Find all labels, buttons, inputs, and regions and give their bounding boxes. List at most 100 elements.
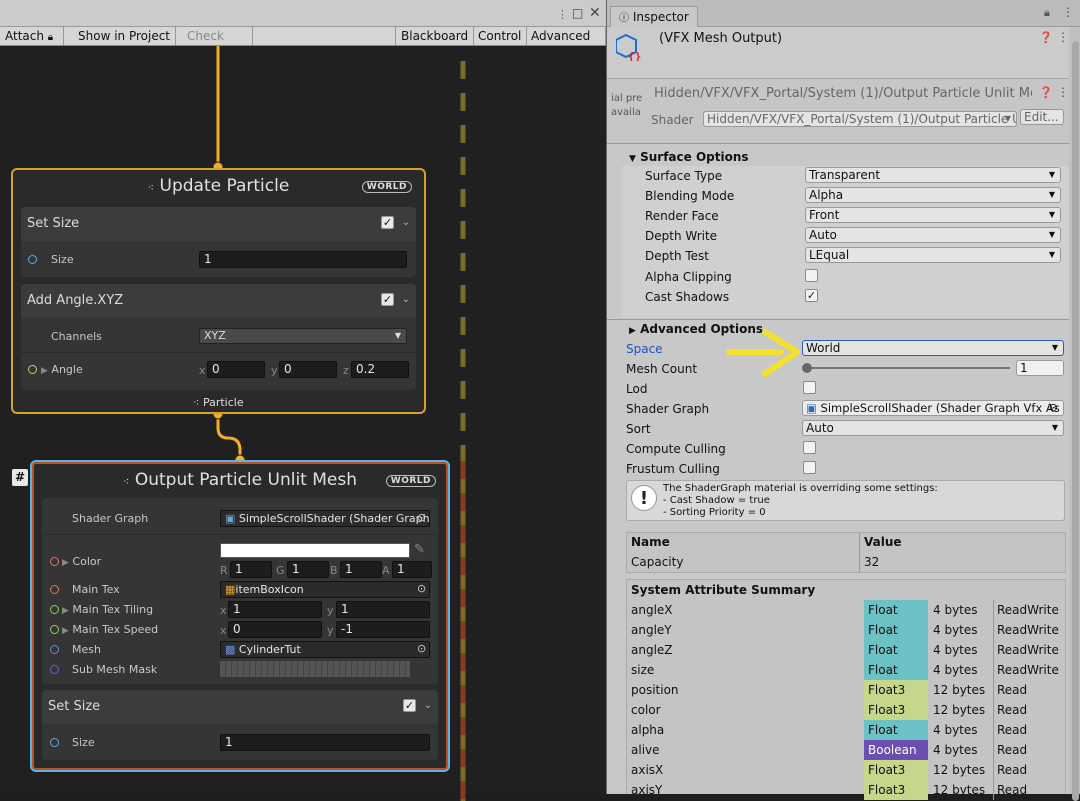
divider — [21, 352, 416, 353]
control-button[interactable]: Control — [473, 27, 528, 45]
tab-inspector[interactable]: ⓘ Inspector — [610, 6, 698, 27]
help-icon[interactable]: ❓ — [1039, 31, 1053, 44]
expand-arrow-icon[interactable]: ▶ — [41, 366, 48, 376]
space-badge[interactable]: WORLD — [385, 475, 436, 487]
chevron-down-icon[interactable]: ⌄ — [402, 294, 410, 305]
set-size-toggle[interactable]: ✓ — [403, 699, 416, 712]
space-badge[interactable]: WORLD — [361, 181, 412, 193]
angle-label-text: Angle — [51, 363, 83, 376]
tiling-y-field[interactable]: 1 — [336, 601, 430, 618]
color-swatch[interactable] — [220, 543, 410, 558]
more-icon[interactable]: ⋮ — [1057, 85, 1069, 99]
expand-arrow-icon[interactable]: ▶ — [62, 606, 69, 616]
angle-port[interactable] — [28, 365, 37, 374]
lock-icon[interactable]: 🔒︎ — [1044, 6, 1050, 20]
lod-checkbox[interactable] — [803, 381, 816, 394]
attach-button[interactable]: Attach 🔒︎ — [0, 27, 64, 45]
y-axis-label: y — [327, 604, 334, 617]
vfx-graph-canvas[interactable]: ⁖ Update Particle WORLD Set Size ✓ ⌄ Siz… — [0, 46, 606, 801]
mesh-port[interactable] — [50, 645, 59, 654]
color-g-field[interactable]: 1 — [287, 561, 329, 578]
attribute-size: 4 bytes — [933, 743, 978, 757]
shader-dropdown[interactable]: Hidden/VFX/VFX_Portal/System (1)/Output … — [703, 111, 1017, 127]
shader-graph-field[interactable]: ▣ SimpleScrollShader (Shader Graph — [220, 510, 430, 527]
sticky-hash-icon[interactable]: # — [12, 469, 28, 486]
scrollbar-thumb[interactable] — [1072, 41, 1079, 801]
mesh-field[interactable]: ▩ CylinderTut — [220, 641, 430, 658]
more-icon[interactable]: ⋮ — [557, 8, 568, 21]
close-icon[interactable]: ✕ — [589, 5, 601, 21]
add-angle-toggle[interactable]: ✓ — [381, 293, 394, 306]
show-in-project-button[interactable]: Show in Project — [73, 27, 177, 45]
check-out-button[interactable]: Check Out — [182, 27, 253, 61]
edit-button[interactable]: Edit... — [1020, 109, 1064, 125]
mesh-count-slider-handle[interactable] — [802, 363, 812, 373]
chevron-down-icon[interactable]: ⌄ — [402, 217, 410, 228]
submesh-port[interactable] — [50, 665, 59, 674]
size-port[interactable] — [28, 255, 37, 264]
expand-arrow-icon[interactable]: ▶ — [62, 558, 69, 568]
render-face-dropdown[interactable]: Front ▼ — [805, 207, 1061, 223]
chevron-down-icon[interactable]: ⌄ — [424, 700, 432, 711]
speed-y-field[interactable]: -1 — [336, 621, 430, 638]
add-angle-block[interactable]: Add Angle.XYZ ✓ ⌄ Channels XYZ ▼ ▶ Angle … — [21, 284, 416, 390]
color-port[interactable] — [50, 557, 59, 566]
advanced-dropdown[interactable]: Advanced ▼ — [526, 27, 606, 60]
maximize-icon[interactable]: □ — [572, 6, 583, 20]
blackboard-button[interactable]: Blackboard — [395, 27, 475, 45]
size-field[interactable]: 1 — [220, 734, 430, 751]
blending-mode-dropdown[interactable]: Alpha ▼ — [805, 187, 1061, 203]
set-size-block-output[interactable]: Set Size ✓ ⌄ Size 1 — [42, 690, 438, 760]
depth-write-dropdown[interactable]: Auto ▼ — [805, 227, 1061, 243]
x-axis-label: x — [220, 624, 227, 637]
object-picker-icon[interactable]: ⊙ — [1049, 401, 1058, 415]
size-port[interactable] — [50, 738, 59, 747]
alpha-clipping-checkbox[interactable] — [805, 269, 818, 282]
angle-z-field[interactable]: 0.2 — [351, 361, 409, 378]
object-picker-icon[interactable]: ⊙ — [417, 642, 426, 655]
mesh-count-field[interactable]: 1 — [1016, 360, 1064, 376]
tiling-x-field[interactable]: 1 — [228, 601, 322, 618]
more-icon[interactable]: ⋮ — [1062, 5, 1074, 19]
set-size-toggle[interactable]: ✓ — [381, 216, 394, 229]
main-tex-port[interactable] — [50, 585, 59, 594]
color-b-field[interactable]: 1 — [340, 561, 382, 578]
object-picker-icon[interactable]: ⊙ — [417, 582, 426, 595]
angle-x-field[interactable]: 0 — [207, 361, 265, 378]
output-particle-node[interactable]: ⁖ Output Particle Unlit Mesh WORLD Shade… — [30, 460, 450, 772]
scrollbar[interactable] — [1069, 27, 1080, 801]
speed-x-field[interactable]: 0 — [228, 621, 322, 638]
compute-culling-checkbox[interactable] — [803, 441, 816, 454]
sort-dropdown[interactable]: Auto ▼ — [802, 420, 1064, 436]
update-particle-node[interactable]: ⁖ Update Particle WORLD Set Size ✓ ⌄ Siz… — [11, 168, 426, 414]
surface-type-dropdown[interactable]: Transparent ▼ — [805, 167, 1061, 183]
help-icon[interactable]: ❓ — [1039, 86, 1053, 99]
surface-options-label: Surface Options — [640, 150, 749, 164]
frustum-culling-checkbox[interactable] — [803, 461, 816, 474]
color-r-field[interactable]: 1 — [230, 561, 272, 578]
color-a-field[interactable]: 1 — [392, 561, 432, 578]
channels-dropdown[interactable]: XYZ ▼ — [199, 328, 407, 344]
set-size-block[interactable]: Set Size ✓ ⌄ Size 1 — [21, 207, 416, 277]
speed-port[interactable] — [50, 625, 59, 634]
shader-graph-field[interactable]: ▣ SimpleScrollShader (Shader Graph Vfx A… — [802, 400, 1064, 416]
attribute-type: Float3 — [864, 700, 928, 720]
depth-test-dropdown[interactable]: LEqual ▼ — [805, 247, 1061, 263]
eyedropper-icon[interactable]: ✎ — [414, 542, 425, 557]
depth-write-label: Depth Write — [645, 229, 718, 243]
submesh-mask-bits[interactable] — [220, 661, 410, 677]
size-field[interactable]: 1 — [199, 251, 407, 268]
main-tex-field[interactable]: ▦itemBoxIcon — [220, 581, 430, 598]
mesh-count-slider-track[interactable] — [805, 367, 1010, 369]
object-picker-icon[interactable]: ⊙ — [417, 511, 426, 524]
angle-y-field[interactable]: 0 — [279, 361, 337, 378]
tiling-port[interactable] — [50, 605, 59, 614]
dropdown-arrow-icon: ▼ — [1048, 170, 1055, 179]
b-label: B — [330, 564, 338, 577]
more-icon[interactable]: ⋮ — [1057, 30, 1069, 44]
cast-shadows-checkbox[interactable]: ✓ — [805, 289, 818, 302]
surface-options-foldout[interactable]: ▼ Surface Options — [629, 150, 749, 164]
space-dropdown[interactable]: World ▼ — [802, 340, 1064, 356]
expand-arrow-icon[interactable]: ▶ — [62, 626, 69, 636]
attribute-type: Float3 — [864, 760, 928, 780]
